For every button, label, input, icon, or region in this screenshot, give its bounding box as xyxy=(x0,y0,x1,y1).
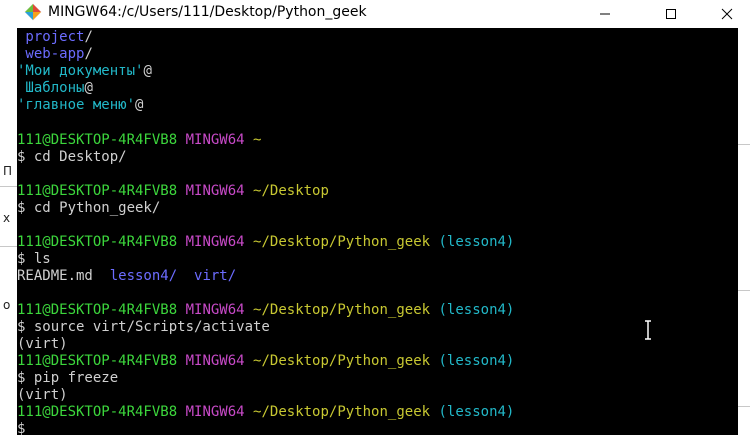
prompt-line: 111@DESKTOP-4R4FVB8 MINGW64 ~/Desktop/Py… xyxy=(17,234,515,250)
background-char: П xyxy=(3,164,13,178)
background-window-left: П х о xyxy=(0,28,17,435)
divider xyxy=(0,186,17,187)
prompt-line: 111@DESKTOP-4R4FVB8 MINGW64 ~/Desktop/Py… xyxy=(17,302,515,318)
text-cursor-icon xyxy=(645,320,651,340)
list-item: 'главное меню'@ xyxy=(17,97,144,113)
divider xyxy=(738,290,750,291)
list-item: Шаблоны@ xyxy=(17,80,93,96)
background-window-right xyxy=(738,28,750,435)
close-button[interactable] xyxy=(704,0,750,28)
title-bar[interactable]: MINGW64:/c/Users/111/Desktop/Python_geek xyxy=(0,0,750,28)
venv-label: (virt) xyxy=(17,336,68,352)
background-char: х xyxy=(3,211,11,225)
prompt-line: 111@DESKTOP-4R4FVB8 MINGW64 ~/Desktop/Py… xyxy=(17,404,515,420)
prompt-line: 111@DESKTOP-4R4FVB8 MINGW64 ~ xyxy=(17,132,262,148)
venv-label: (virt) xyxy=(17,387,68,403)
maximize-button[interactable] xyxy=(648,0,694,28)
command-line: $ pip freeze xyxy=(17,370,119,386)
terminal-output[interactable]: project/ web-app/ 'Мои документы'@ Шабло… xyxy=(17,28,738,435)
command-line: $ source virt/Scripts/activate xyxy=(17,319,270,335)
command-line: $ cd Python_geek/ xyxy=(17,200,161,216)
minimize-icon xyxy=(600,13,610,15)
divider xyxy=(0,246,17,247)
background-char: о xyxy=(3,298,11,312)
list-item: 'Мои документы'@ xyxy=(17,63,152,79)
close-icon xyxy=(721,8,733,20)
list-item: project/ xyxy=(17,29,93,45)
window-title: MINGW64:/c/Users/111/Desktop/Python_geek xyxy=(48,4,367,20)
divider xyxy=(738,144,750,145)
prompt-line: 111@DESKTOP-4R4FVB8 MINGW64 ~/Desktop xyxy=(17,183,329,199)
command-line: $ cd Desktop/ xyxy=(17,149,127,165)
git-bash-icon xyxy=(24,3,42,21)
command-line: $ ls xyxy=(17,251,51,267)
maximize-icon xyxy=(666,9,676,19)
prompt-line: 111@DESKTOP-4R4FVB8 MINGW64 ~/Desktop/Py… xyxy=(17,353,515,369)
divider xyxy=(738,406,750,407)
minimize-button[interactable] xyxy=(582,0,628,28)
ls-output: README.md lesson4/ virt/ xyxy=(17,268,237,284)
command-line[interactable]: $ xyxy=(17,421,25,435)
list-item: web-app/ xyxy=(17,46,93,62)
